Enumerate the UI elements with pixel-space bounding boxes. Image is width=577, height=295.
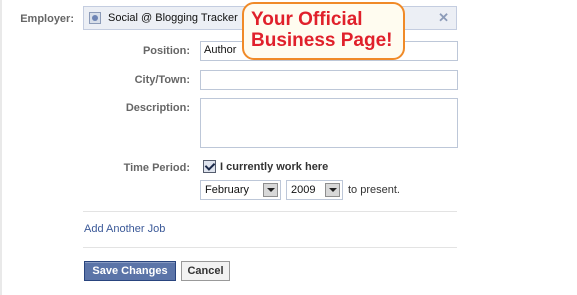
- callout-line-2: Business Page!: [251, 30, 393, 51]
- page-icon: [89, 12, 101, 24]
- chevron-down-icon: [325, 183, 340, 197]
- add-another-job-link[interactable]: Add Another Job: [84, 223, 165, 235]
- chevron-down-icon: [263, 183, 278, 197]
- currently-work-checkbox[interactable]: [203, 160, 216, 173]
- year-select[interactable]: 2009: [286, 180, 343, 200]
- description-textarea[interactable]: [200, 98, 458, 148]
- employer-name: Social @ Blogging Tracker: [108, 12, 238, 24]
- remove-icon[interactable]: ✕: [438, 10, 449, 26]
- cancel-button[interactable]: Cancel: [181, 261, 230, 281]
- city-label: City/Town:: [134, 74, 190, 86]
- to-present-text: to present.: [348, 184, 400, 196]
- description-label: Description:: [125, 102, 190, 114]
- month-select[interactable]: February: [200, 180, 281, 200]
- month-value: February: [205, 184, 250, 196]
- employer-label: Employer:: [20, 13, 74, 25]
- time-period-label: Time Period:: [123, 162, 190, 174]
- currently-work-label[interactable]: I currently work here: [220, 161, 328, 173]
- callout-line-1: Your Official: [251, 9, 363, 30]
- left-edge-bar: [0, 0, 2, 295]
- position-label: Position:: [142, 45, 190, 57]
- save-changes-button[interactable]: Save Changes: [84, 261, 176, 281]
- city-input[interactable]: [200, 70, 458, 90]
- year-value: 2009: [291, 184, 316, 196]
- annotation-callout: Your Official Business Page!: [242, 2, 405, 60]
- divider: [83, 211, 457, 212]
- divider: [83, 247, 457, 248]
